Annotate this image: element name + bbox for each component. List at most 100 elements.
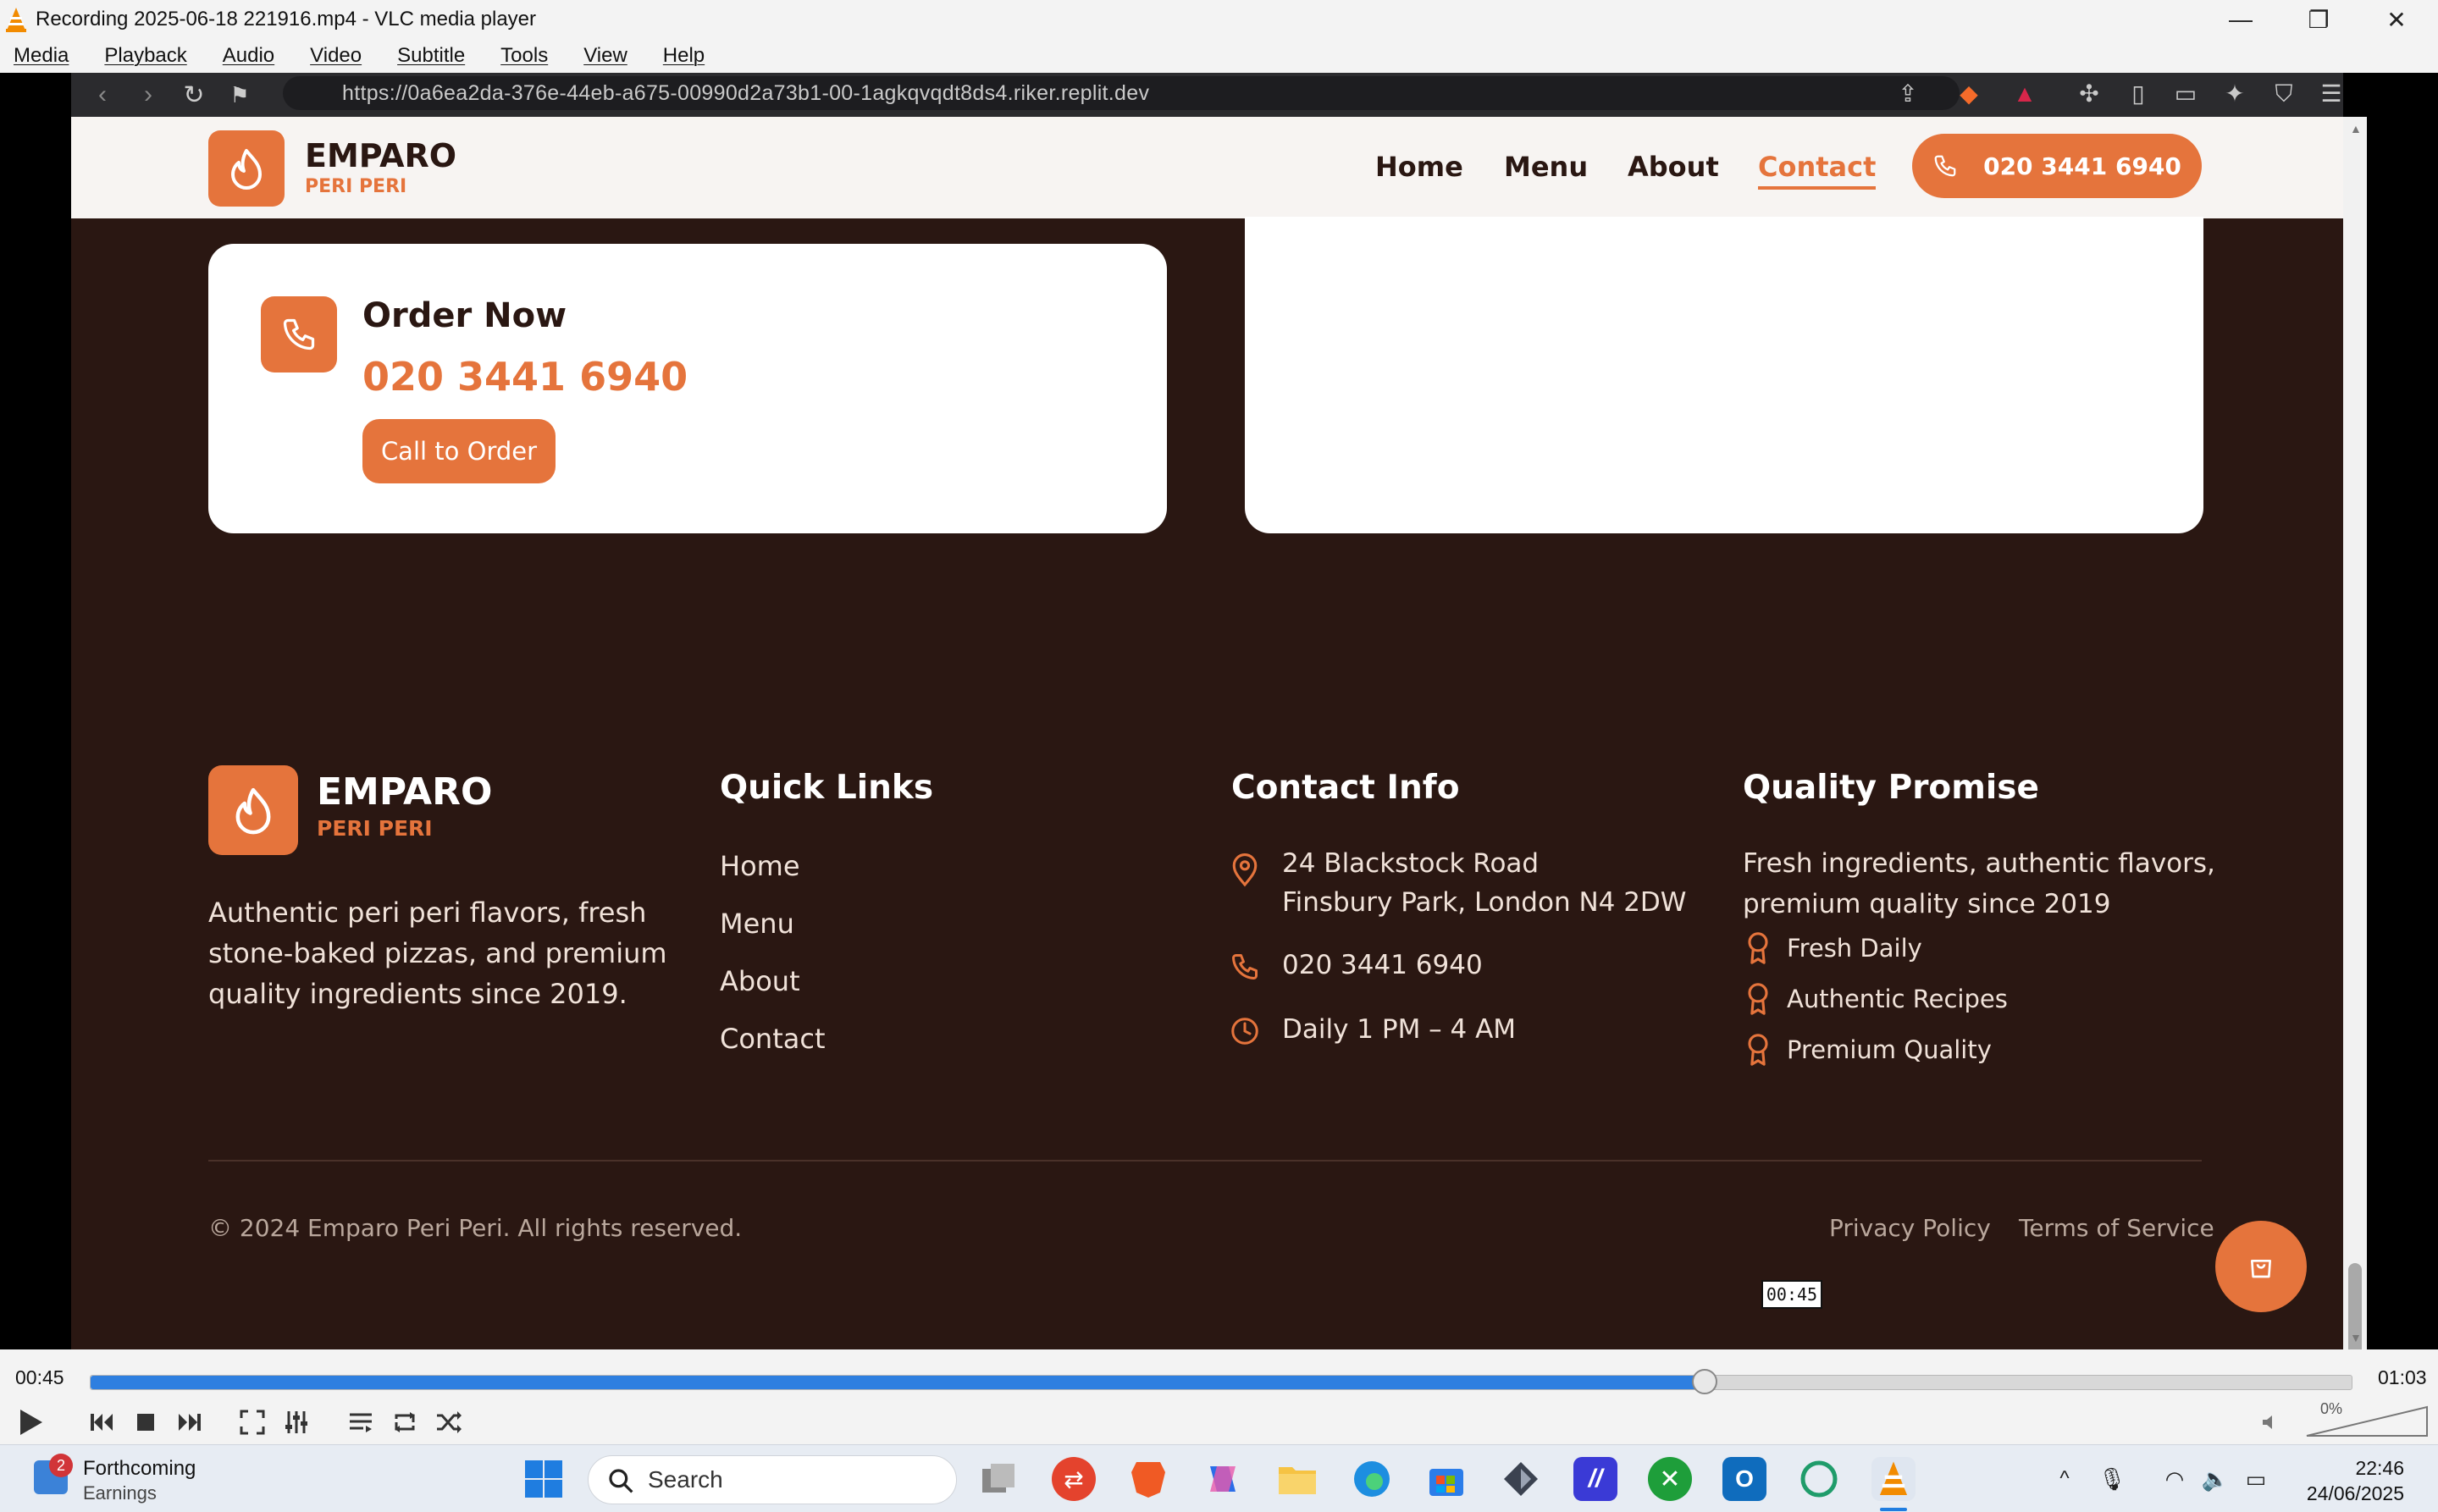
quality-item-fresh: Fresh Daily	[1787, 934, 1922, 963]
extended-settings-button[interactable]	[278, 1404, 315, 1441]
microsoft-store-icon[interactable]	[1424, 1457, 1468, 1501]
taskbar-search[interactable]: Search	[588, 1455, 957, 1504]
notification-badge: 2	[49, 1454, 73, 1477]
speaker-icon[interactable]: 🔈	[2198, 1457, 2232, 1501]
share-icon: ⇪	[1898, 80, 1918, 107]
dev-tool-icon[interactable]	[1499, 1457, 1543, 1501]
fullscreen-button[interactable]	[234, 1404, 271, 1441]
task-view-icon[interactable]	[977, 1457, 1021, 1501]
menu-media[interactable]: Media	[14, 44, 69, 68]
search-icon	[609, 1469, 633, 1493]
menu-video[interactable]: Video	[310, 44, 362, 68]
footer-link-contact: Contact	[720, 1023, 826, 1055]
previous-button[interactable]	[83, 1404, 120, 1441]
menu-view[interactable]: View	[583, 44, 627, 68]
recorded-browser: ‹ › ↻ ⚑ https://0a6ea2da-376e-44eb-a675-…	[71, 73, 2343, 1349]
menu-help[interactable]: Help	[663, 44, 705, 68]
battery-icon[interactable]: ▭	[2239, 1457, 2273, 1501]
minimize-button[interactable]: —	[2202, 0, 2280, 39]
loop-button[interactable]	[386, 1404, 423, 1441]
vlc-taskbar-icon[interactable]	[1871, 1457, 1916, 1501]
footer-link-home: Home	[720, 850, 800, 882]
reload-icon: ↻	[183, 80, 205, 109]
menu-tools[interactable]: Tools	[500, 44, 548, 68]
quality-text: Fresh ingredients, authentic flavors, pr…	[1743, 848, 2215, 919]
address-bar: https://0a6ea2da-376e-44eb-a675-00990d2a…	[283, 76, 1960, 110]
seek-handle[interactable]	[1692, 1369, 1718, 1394]
sidebar-icon: ▯	[2131, 80, 2145, 107]
outlook-icon[interactable]: O	[1722, 1457, 1766, 1501]
edge-icon[interactable]	[1350, 1457, 1394, 1501]
shopping-bag-icon	[2251, 1260, 2271, 1278]
remote-desktop-icon[interactable]: ⇄	[1052, 1457, 1096, 1501]
xbox-icon[interactable]: ✕	[1648, 1457, 1692, 1501]
seek-progress	[91, 1376, 1705, 1389]
browser-scrollbar: ▲ ▼	[2343, 117, 2367, 1349]
footer-divider	[208, 1160, 2202, 1162]
leo-ai-icon: ✦	[2225, 80, 2245, 107]
url-text: https://0a6ea2da-376e-44eb-a675-00990d2a…	[342, 80, 1150, 105]
header-phone: 020 3441 6940	[1983, 152, 2181, 180]
vlc-menu-bar: Media Playback Audio Video Subtitle Tool…	[0, 39, 2438, 73]
close-window-button[interactable]: ✕	[2358, 0, 2435, 39]
stop-button[interactable]	[127, 1404, 164, 1441]
location-card	[1245, 217, 2203, 533]
vlc-title-bar: Recording 2025-06-18 221916.mp4 - VLC me…	[0, 0, 2438, 39]
seek-bar[interactable]	[90, 1369, 2352, 1394]
tray-overflow-icon[interactable]: ^	[2048, 1457, 2081, 1501]
playlist-button[interactable]	[342, 1404, 379, 1441]
header-brand: EMPARO	[305, 137, 457, 174]
play-button[interactable]	[12, 1404, 49, 1441]
mute-icon[interactable]	[2258, 1404, 2283, 1441]
nav-menu: Menu	[1504, 151, 1589, 183]
vlc-cone-icon	[5, 7, 27, 32]
award-icon	[1741, 1031, 1775, 1068]
clock-date: 24/06/2025	[2306, 1482, 2404, 1504]
brave-browser-icon[interactable]	[1126, 1457, 1170, 1501]
system-clock[interactable]: 22:46 24/06/2025	[2307, 1455, 2404, 1506]
brave-rewards-icon: ▲	[2013, 80, 2037, 107]
bookmark-icon: ⚑	[229, 81, 250, 108]
forward-icon: ›	[144, 80, 152, 108]
widget-title: Forthcoming	[83, 1457, 196, 1480]
privacy-policy-link: Privacy Policy	[1829, 1214, 1991, 1242]
footer-flame-logo-icon	[208, 765, 298, 855]
opening-hours: Daily 1 PM – 4 AM	[1282, 1014, 1517, 1045]
menu-audio[interactable]: Audio	[223, 44, 274, 68]
award-icon	[1741, 930, 1775, 967]
total-time: 01:03	[2378, 1366, 2427, 1388]
app-circle-icon[interactable]	[1797, 1457, 1841, 1501]
quality-promise-title: Quality Promise	[1743, 769, 2039, 807]
address-line-1: 24 Blackstock Road	[1282, 848, 1540, 879]
map-pin-icon	[1228, 852, 1262, 889]
windows-start-icon[interactable]	[522, 1457, 566, 1501]
quick-links-title: Quick Links	[720, 769, 934, 807]
restore-button[interactable]: ❐	[2280, 0, 2358, 39]
microphone-icon[interactable]: 🎙	[2095, 1457, 2129, 1501]
clock-icon	[1228, 1013, 1262, 1050]
header-call-button: 020 3441 6940	[1912, 134, 2202, 198]
menu-playback[interactable]: Playback	[104, 44, 186, 68]
copyright-text: © 2024 Emparo Peri Peri. All rights rese…	[208, 1214, 743, 1242]
clock-time: 22:46	[2355, 1457, 2404, 1479]
quality-item-premium: Premium Quality	[1787, 1035, 1992, 1064]
video-frame[interactable]: ‹ › ↻ ⚑ https://0a6ea2da-376e-44eb-a675-…	[0, 73, 2438, 1349]
menu-subtitle[interactable]: Subtitle	[397, 44, 465, 68]
contact-info-title: Contact Info	[1231, 769, 1460, 807]
cart-button	[2215, 1221, 2307, 1312]
shuffle-button[interactable]	[430, 1404, 467, 1441]
flame-logo-icon	[208, 130, 285, 207]
visual-studio-icon[interactable]: //	[1573, 1457, 1617, 1501]
order-heading: Order Now	[362, 296, 567, 335]
file-explorer-icon[interactable]	[1275, 1457, 1319, 1501]
widget-subtitle: Earnings	[83, 1482, 157, 1504]
wifi-icon[interactable]: ◠	[2158, 1457, 2192, 1501]
nav-contact: Contact	[1758, 151, 1877, 190]
footer-brand: EMPARO	[317, 770, 493, 814]
browser-menu-icon: ☰	[2320, 80, 2342, 107]
copilot-icon[interactable]	[1201, 1457, 1245, 1501]
back-icon: ‹	[98, 80, 107, 108]
next-button[interactable]	[171, 1404, 208, 1441]
elapsed-time: 00:45	[15, 1366, 64, 1388]
footer-link-menu: Menu	[720, 908, 794, 940]
